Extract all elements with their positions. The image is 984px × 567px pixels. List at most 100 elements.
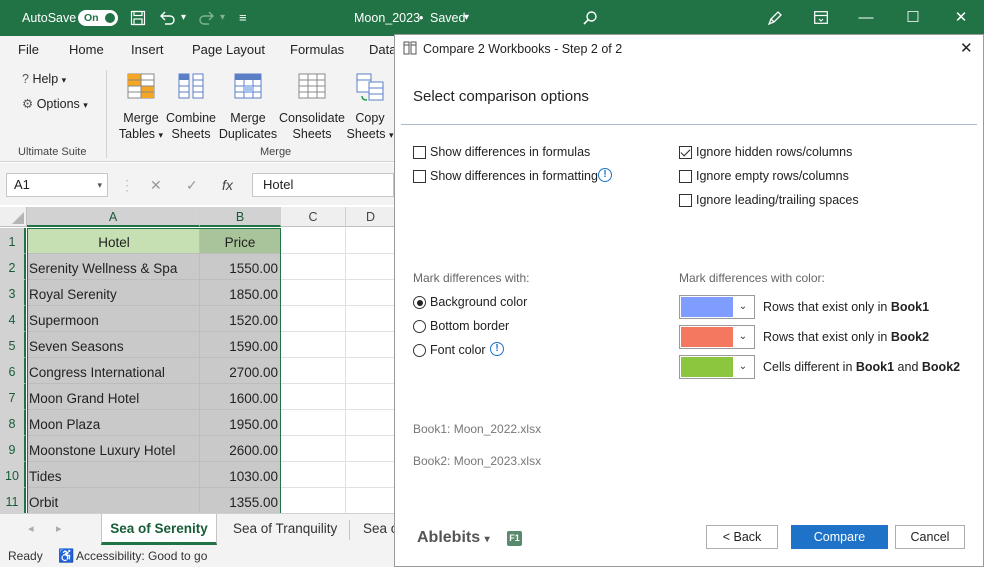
cell-price[interactable]: 1590.00 [200, 332, 281, 358]
cell-d[interactable] [346, 254, 394, 280]
cell-d[interactable] [346, 488, 394, 513]
back-button[interactable]: < Back [706, 525, 778, 549]
ignore-hidden-checkbox[interactable] [679, 146, 692, 159]
cell-c[interactable] [281, 358, 346, 384]
help-button[interactable]: ? Help ▾ [22, 72, 66, 86]
cell-hotel[interactable]: Moonstone Luxury Hotel [27, 436, 200, 462]
cell-hotel[interactable]: Royal Serenity [27, 280, 200, 306]
cell-c[interactable] [281, 384, 346, 410]
sheet-tab-partial[interactable]: Sea o [363, 514, 398, 545]
save-icon[interactable] [130, 10, 146, 26]
cancel-entry-button[interactable]: ✕ [150, 173, 162, 197]
cell-c[interactable] [281, 410, 346, 436]
copy-sheets-button[interactable]: Copy Sheets ▾ [346, 70, 394, 143]
select-all-corner[interactable] [0, 207, 27, 227]
formatting-option-label[interactable]: Show differences in formatting [430, 169, 598, 183]
cell-c[interactable] [281, 306, 346, 332]
cell-d[interactable] [346, 436, 394, 462]
row-header[interactable]: 5 [0, 332, 26, 358]
worksheet-grid[interactable]: A B C D 1 Hotel Price 2 Serenity Wellness & … [0, 207, 394, 513]
undo-icon[interactable] [158, 10, 176, 26]
pen-icon[interactable] [766, 9, 784, 27]
consolidate-sheets-button[interactable]: Consolidate Sheets [278, 70, 346, 142]
options-button[interactable]: ⚙ Options ▾ [22, 96, 88, 111]
header-cell-hotel[interactable]: Hotel [27, 228, 200, 254]
row-header[interactable]: 4 [0, 306, 26, 332]
merge-tables-button[interactable]: Merge Tables ▾ [116, 70, 166, 143]
cell-hotel[interactable]: Moon Grand Hotel [27, 384, 200, 410]
font-color-radio[interactable] [413, 344, 426, 357]
ignore-spaces-checkbox[interactable] [679, 194, 692, 207]
cell-price[interactable]: 2600.00 [200, 436, 281, 462]
font-color-label[interactable]: Font color [430, 343, 486, 357]
undo-dropdown-icon[interactable]: ▾ [181, 0, 186, 36]
cell-c[interactable] [281, 228, 346, 254]
header-cell-price[interactable]: Price [200, 228, 281, 254]
cell-hotel[interactable]: Supermoon [27, 306, 200, 332]
ribbon-display-icon[interactable] [814, 11, 828, 24]
autosave-toggle[interactable]: On [78, 10, 118, 26]
tab-page-layout[interactable]: Page Layout [192, 36, 265, 64]
insert-function-button[interactable]: fx [222, 173, 233, 197]
confirm-entry-button[interactable]: ✓ [186, 173, 198, 197]
cell-hotel[interactable]: Serenity Wellness & Spa [27, 254, 200, 280]
tab-data[interactable]: Data [369, 36, 396, 64]
row-header[interactable]: 7 [0, 384, 26, 410]
cell-price[interactable]: 1030.00 [200, 462, 281, 488]
cell-d[interactable] [346, 358, 394, 384]
cancel-button[interactable]: Cancel [895, 525, 965, 549]
close-dialog-button[interactable]: ✕ [960, 39, 973, 57]
cell-d[interactable] [346, 462, 394, 488]
document-title[interactable]: Moon_2023 [354, 0, 420, 36]
row-header[interactable]: 1 [0, 228, 26, 254]
cell-price[interactable]: 2700.00 [200, 358, 281, 384]
cell-d[interactable] [346, 410, 394, 436]
cell-c[interactable] [281, 488, 346, 513]
tab-insert[interactable]: Insert [131, 36, 164, 64]
cell-d[interactable] [346, 280, 394, 306]
formatting-checkbox[interactable] [413, 170, 426, 183]
cell-c[interactable] [281, 254, 346, 280]
book1-color-picker[interactable]: ⌄ [679, 295, 755, 319]
ignore-spaces-label[interactable]: Ignore leading/trailing spaces [696, 193, 859, 207]
row-header[interactable]: 9 [0, 436, 26, 462]
cell-price[interactable]: 1520.00 [200, 306, 281, 332]
row-header[interactable]: 10 [0, 462, 26, 488]
ignore-empty-label[interactable]: Ignore empty rows/columns [696, 169, 849, 183]
ignore-empty-checkbox[interactable] [679, 170, 692, 183]
cell-d[interactable] [346, 384, 394, 410]
scroll-left-icon[interactable]: ◂ [28, 514, 34, 545]
column-header-a[interactable]: A [27, 207, 200, 227]
bottom-border-radio[interactable] [413, 320, 426, 333]
row-header[interactable]: 3 [0, 280, 26, 306]
tab-file[interactable]: File [18, 36, 39, 64]
background-color-radio[interactable] [413, 296, 426, 309]
search-icon[interactable] [582, 10, 598, 26]
status-accessibility[interactable]: Accessibility: Good to go [76, 549, 207, 563]
cell-price[interactable]: 1950.00 [200, 410, 281, 436]
customize-toolbar-icon[interactable]: ≡ [239, 0, 247, 36]
formulas-checkbox[interactable] [413, 146, 426, 159]
compare-button[interactable]: Compare [791, 525, 888, 549]
cell-hotel[interactable]: Orbit [27, 488, 200, 513]
tab-formulas[interactable]: Formulas [290, 36, 344, 64]
column-header-d[interactable]: D [346, 207, 394, 227]
book2-color-picker[interactable]: ⌄ [679, 325, 755, 349]
cell-c[interactable] [281, 462, 346, 488]
title-dropdown-icon[interactable]: ▾ [464, 0, 469, 36]
scroll-right-icon[interactable]: ▸ [56, 514, 62, 545]
sheet-tab-sea-of-serenity[interactable]: Sea of Serenity [101, 514, 217, 545]
cell-c[interactable] [281, 280, 346, 306]
cell-c[interactable] [281, 332, 346, 358]
background-color-label[interactable]: Background color [430, 295, 527, 309]
bottom-border-label[interactable]: Bottom border [430, 319, 509, 333]
cell-hotel[interactable]: Moon Plaza [27, 410, 200, 436]
formula-input[interactable]: Hotel [252, 173, 394, 197]
column-header-b[interactable]: B [200, 207, 281, 227]
ablebits-logo[interactable]: Ablebits ▾ [417, 529, 490, 547]
formulas-option-label[interactable]: Show differences in formulas [430, 145, 590, 159]
info-icon[interactable]: ! [598, 168, 612, 182]
cells-color-picker[interactable]: ⌄ [679, 355, 755, 379]
cell-hotel[interactable]: Tides [27, 462, 200, 488]
row-header[interactable]: 11 [0, 488, 26, 513]
